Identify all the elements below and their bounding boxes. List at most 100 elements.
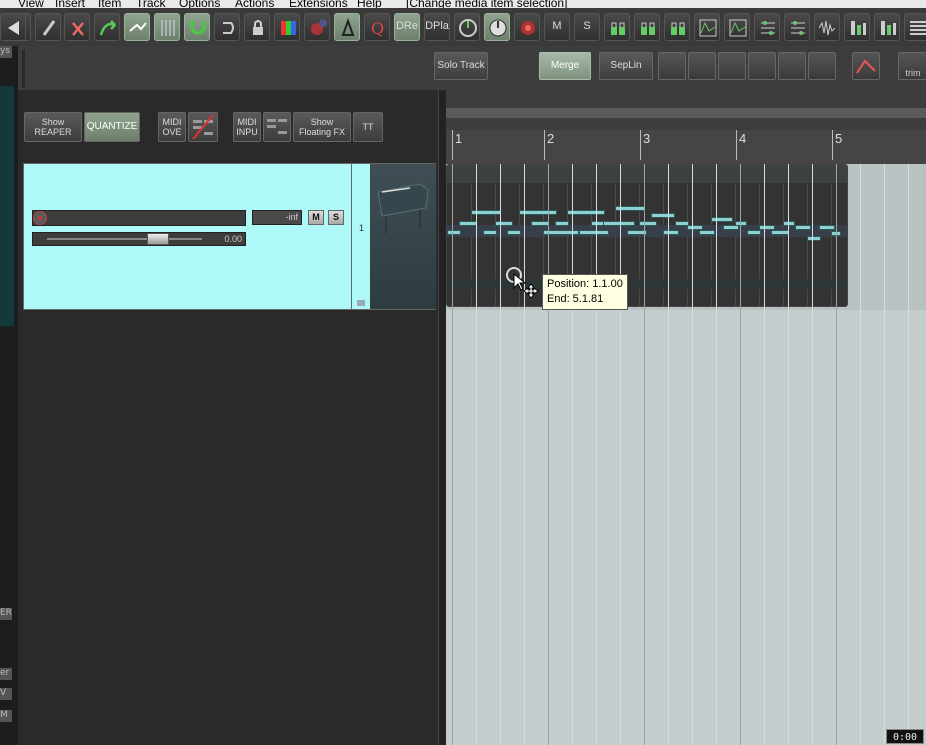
color-button[interactable] bbox=[274, 13, 300, 41]
loop-button[interactable] bbox=[214, 13, 240, 41]
arrange-view[interactable]: 1 2 3 4 5 bbox=[446, 90, 926, 745]
solo-track-button[interactable]: Solo Track bbox=[434, 52, 488, 80]
chain-icon[interactable] bbox=[748, 52, 776, 80]
mixer-a-button[interactable] bbox=[844, 13, 870, 41]
menu-item-track[interactable]: Track bbox=[136, 0, 166, 8]
midi-note[interactable] bbox=[639, 221, 657, 226]
undo-arrow-icon bbox=[72, 22, 84, 36]
midi-note[interactable] bbox=[795, 225, 811, 230]
dpla-button[interactable]: DPla bbox=[424, 13, 450, 41]
trim-button[interactable]: trim bbox=[898, 52, 926, 80]
midi-note[interactable] bbox=[711, 217, 733, 222]
routing-a-button[interactable] bbox=[754, 13, 780, 41]
swap-icon[interactable] bbox=[778, 52, 806, 80]
record-arm-button[interactable] bbox=[33, 211, 47, 225]
timeline-ruler[interactable]: 1 2 3 4 5 bbox=[446, 130, 926, 164]
undo-button[interactable] bbox=[64, 13, 90, 41]
env-1-button[interactable] bbox=[694, 13, 720, 41]
track-number: 1 bbox=[358, 223, 364, 233]
midi-note[interactable] bbox=[783, 221, 795, 226]
midi-note[interactable] bbox=[735, 221, 747, 226]
record-icon bbox=[521, 21, 535, 35]
midi-note[interactable] bbox=[747, 230, 761, 235]
track-panel-selected[interactable]: -inf M S 0.00 1 bbox=[23, 163, 436, 310]
envelope-point-icon[interactable] bbox=[852, 52, 880, 80]
show-reaper-button[interactable]: Show REAPER bbox=[24, 112, 82, 142]
midi-input-list-icon[interactable] bbox=[263, 112, 291, 142]
hand-tool-icon[interactable] bbox=[718, 52, 746, 80]
menu-item-actions[interactable]: Actions bbox=[235, 0, 274, 8]
record-mode-button[interactable] bbox=[304, 13, 330, 41]
dial-button[interactable] bbox=[484, 13, 510, 41]
solo-button[interactable]: S bbox=[574, 13, 600, 41]
collapse-button[interactable] bbox=[0, 13, 26, 41]
ruler-bar-tick bbox=[736, 130, 737, 160]
midi-note[interactable] bbox=[483, 230, 497, 235]
midi-note[interactable] bbox=[579, 230, 609, 235]
seplin-button[interactable]: SepLin bbox=[599, 52, 653, 80]
meter-button[interactable] bbox=[454, 13, 480, 41]
midi-note[interactable] bbox=[507, 230, 521, 235]
grid-line bbox=[620, 164, 621, 745]
midi-note[interactable] bbox=[555, 221, 569, 226]
quantize-button[interactable]: QUANTIZE bbox=[84, 112, 140, 142]
menu-item-view[interactable]: View bbox=[18, 0, 44, 8]
snap-button[interactable] bbox=[184, 13, 210, 41]
menu-item-insert[interactable]: Insert bbox=[55, 0, 85, 8]
midi-note[interactable] bbox=[531, 221, 549, 226]
menu-item-extensions[interactable]: Extensions bbox=[289, 0, 348, 8]
fader-knob[interactable] bbox=[147, 233, 169, 245]
mixer-b-button[interactable] bbox=[874, 13, 900, 41]
lock-button[interactable] bbox=[244, 13, 270, 41]
ripple-edit-button[interactable] bbox=[124, 13, 150, 41]
link-c-button[interactable] bbox=[664, 13, 690, 41]
grid-button[interactable] bbox=[154, 13, 180, 41]
track-solo-button[interactable]: S bbox=[328, 210, 344, 225]
quantize-tool-button[interactable]: Q bbox=[364, 13, 390, 41]
routing-b-button[interactable] bbox=[784, 13, 810, 41]
record-button[interactable] bbox=[514, 13, 540, 41]
waveform-button[interactable] bbox=[814, 13, 840, 41]
mute-button[interactable]: M bbox=[544, 13, 570, 41]
link-b-button[interactable] bbox=[634, 13, 660, 41]
midi-inpu-button[interactable]: MIDI INPU bbox=[233, 112, 261, 142]
midi-note[interactable] bbox=[771, 230, 789, 235]
env-2-button[interactable] bbox=[724, 13, 750, 41]
metronome-button[interactable] bbox=[334, 13, 360, 41]
region-lane[interactable] bbox=[446, 108, 926, 118]
track-mute-button[interactable]: M bbox=[308, 210, 324, 225]
tt-button[interactable]: TT bbox=[353, 112, 383, 142]
volume-fader[interactable]: 0.00 bbox=[32, 232, 246, 246]
link-a-button[interactable] bbox=[604, 13, 630, 41]
link-icon bbox=[641, 22, 655, 35]
midi-note[interactable] bbox=[495, 221, 513, 226]
pattern-icon[interactable] bbox=[808, 52, 836, 80]
item-split-icon[interactable] bbox=[688, 52, 716, 80]
menu-item-item[interactable]: Item bbox=[98, 0, 121, 8]
redo-button[interactable] bbox=[94, 13, 120, 41]
midi-note[interactable] bbox=[819, 225, 835, 230]
envelope-icon bbox=[729, 19, 747, 37]
midi-note[interactable] bbox=[447, 230, 461, 235]
midi-note[interactable] bbox=[663, 230, 679, 235]
clean-button[interactable] bbox=[35, 13, 61, 41]
ruler-bar-tick bbox=[832, 130, 833, 160]
midi-note[interactable] bbox=[603, 221, 635, 226]
midi-ove-button[interactable]: MIDI OVE bbox=[158, 112, 186, 142]
midi-note[interactable] bbox=[459, 221, 477, 226]
track-name-field[interactable] bbox=[32, 210, 246, 226]
dre-button[interactable]: DRe bbox=[394, 13, 420, 41]
menu-item-help[interactable]: Help bbox=[357, 0, 382, 8]
show-floating-fx-button[interactable]: Show Floating FX bbox=[293, 112, 351, 142]
list-button[interactable] bbox=[904, 13, 926, 41]
midi-note[interactable] bbox=[807, 236, 821, 241]
folder-icon[interactable] bbox=[357, 300, 365, 306]
grid-line bbox=[596, 164, 597, 745]
merge-button[interactable]: Merge bbox=[539, 52, 591, 80]
track-icon-piano[interactable] bbox=[370, 164, 436, 309]
midi-note[interactable] bbox=[699, 230, 715, 235]
item-layer-icon[interactable] bbox=[658, 52, 686, 80]
midi-note[interactable] bbox=[651, 213, 675, 218]
menu-item-options[interactable]: Options bbox=[179, 0, 220, 8]
midi-no-input-icon[interactable] bbox=[188, 112, 218, 142]
